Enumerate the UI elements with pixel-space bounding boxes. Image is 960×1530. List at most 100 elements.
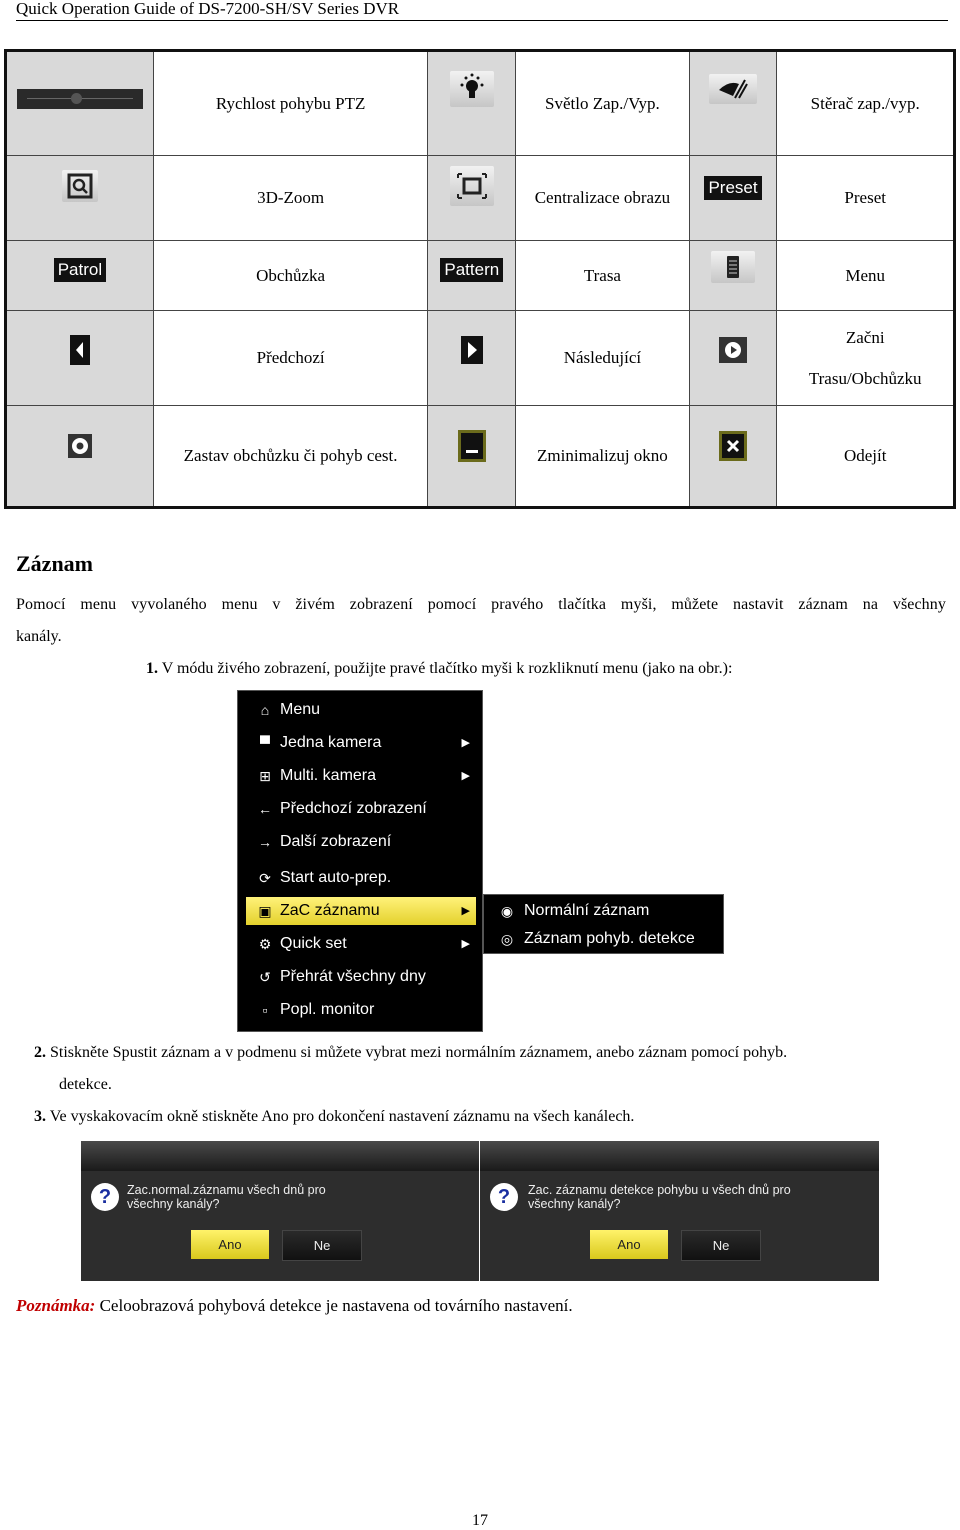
menu-item-label: Start auto-prep.: [280, 869, 392, 886]
menu-item-playback-all-day[interactable]: ↺ Přehrát všechny dny: [246, 963, 476, 991]
menu-item-menu[interactable]: ⌂ Menu: [246, 696, 476, 724]
dialog-title-bar: [81, 1141, 479, 1171]
minimize-icon: [457, 429, 486, 467]
record-icon: ▣: [258, 903, 272, 919]
menu-item-label: Multi. kamera: [280, 767, 377, 784]
patrol-button: Patrol: [53, 257, 107, 282]
submenu-item-label: Normální záznam: [524, 902, 650, 919]
icon-cell: Patrol: [5, 240, 154, 311]
arrow-right-icon: →: [258, 834, 272, 850]
dialog-title-bar: [480, 1141, 879, 1171]
close-icon: [719, 430, 748, 466]
submenu-item-motion-record[interactable]: ◎ Záznam pohyb. detekce: [488, 925, 717, 953]
light-bulb-icon: [449, 71, 494, 107]
step-text: Ve vyskakovacím okně stiskněte Ano pro d…: [49, 1108, 635, 1125]
ptz-label: Zastav obchůzku či pohyb cest.: [152, 405, 429, 508]
menu-item-label: Další zobrazení: [280, 833, 392, 850]
ptz-label: Menu: [776, 240, 955, 311]
stop-patrol-icon: [67, 433, 92, 463]
step-1: 1. V módu živého zobrazení, použijte pra…: [146, 653, 732, 685]
menu-item-label: Přehrát všechny dny: [280, 968, 426, 985]
menu-item-aux-monitor[interactable]: ▫ Popl. monitor: [246, 996, 476, 1024]
intro-paragraph-line2: kanály.: [16, 628, 62, 645]
question-icon: ?: [490, 1183, 518, 1211]
ptz-label: Stěrač zap./vyp.: [776, 50, 955, 156]
preset-button: Preset: [704, 176, 762, 200]
ptz-label: Obchůzka: [152, 240, 429, 311]
note: Poznámka: Celoobrazová pohybová detekce …: [16, 1296, 573, 1316]
menu-item-single-camera[interactable]: ▀ Jedna kamera ▶: [246, 729, 476, 757]
table-row: Zastav obchůzku či pohyb cest. Zminimali…: [5, 405, 955, 508]
icon-cell: [5, 310, 154, 406]
next-icon: [460, 335, 483, 369]
ptz-label: Trasa: [515, 240, 690, 311]
icon-cell: Preset: [688, 155, 778, 241]
submenu-arrow-icon: ▶: [461, 905, 470, 917]
3d-zoom-icon: [61, 169, 98, 202]
icon-cell: [427, 155, 517, 241]
icon-cell: [5, 50, 154, 156]
submenu-item-label: Záznam pohyb. detekce: [524, 930, 695, 947]
menu-item-previous-screen[interactable]: ← Předchozí zobrazení: [246, 795, 476, 823]
menu-item-label: ZaC záznamu: [280, 902, 380, 919]
icon-cell: [5, 405, 154, 508]
page-number: 17: [472, 1512, 488, 1529]
arrow-left-icon: ←: [258, 801, 272, 817]
camera-icon: ▀: [260, 735, 270, 751]
menu-item-label: Quick set: [280, 935, 347, 952]
note-text: Celoobrazová pohybová detekce je nastave…: [99, 1296, 573, 1315]
context-menu: ⌂ Menu ▀ Jedna kamera ▶ ⊞ Multi. kamera ▶ ← Př…: [237, 690, 483, 1032]
menu-item-label: Předchozí zobrazení: [280, 800, 427, 817]
menu-item-auto-switch[interactable]: ⟳ Start auto-prep.: [246, 864, 476, 892]
normal-record-icon: ◉: [500, 903, 514, 919]
ptz-label: Světlo Zap./Vyp.: [515, 50, 690, 156]
motion-record-icon: ◎: [500, 931, 514, 947]
icon-cell: [427, 405, 517, 508]
no-button[interactable]: Ne: [282, 1230, 362, 1261]
yes-button[interactable]: Ano: [191, 1230, 269, 1259]
dialog-normal-record: ? Zac.normal.záznamu všech dnů pro všech…: [81, 1141, 479, 1281]
menu-item-multi-camera[interactable]: ⊞ Multi. kamera ▶: [246, 762, 476, 790]
step-text-cont: detekce.: [59, 1076, 112, 1093]
step-3: 3. Ve vyskakovacím okně stiskněte Ano pr…: [34, 1101, 634, 1133]
document-header: Quick Operation Guide of DS-7200-SH/SV S…: [16, 0, 948, 21]
step-number: 3.: [34, 1108, 46, 1125]
menu-item-start-recording[interactable]: ▣ ZaC záznamu ▶: [246, 897, 476, 925]
ptz-label-line2: Trasu/Obchůzku: [808, 369, 922, 388]
ptz-label: Začni Trasu/Obchůzku: [776, 310, 955, 406]
step-text: V módu živého zobrazení, použijte pravé …: [161, 660, 733, 677]
menu-list-icon: [711, 251, 756, 283]
ptz-label: Centralizace obrazu: [515, 155, 690, 241]
center-image-icon: [449, 165, 494, 206]
submenu-arrow-icon: ▶: [461, 770, 470, 782]
icon-cell: [5, 155, 154, 241]
previous-icon: [69, 334, 90, 370]
ptz-label: Preset: [776, 155, 955, 241]
menu-item-quick-set[interactable]: ⚙ Quick set ▶: [246, 930, 476, 958]
record-submenu: ◉ Normální záznam ◎ Záznam pohyb. detekce: [483, 894, 724, 954]
yes-button[interactable]: Ano: [590, 1230, 668, 1259]
ptz-label: 3D-Zoom: [152, 155, 429, 241]
icon-cell: Pattern: [427, 240, 517, 311]
ptz-label: Rychlost pohybu PTZ: [152, 50, 429, 156]
menu-item-label: Popl. monitor: [280, 1001, 375, 1018]
table-row: Předchozí Následující Začni Trasu/Obchůz…: [5, 310, 955, 406]
menu-item-label: Menu: [280, 701, 321, 718]
refresh-icon: ⟳: [259, 870, 271, 886]
step-text: Stiskněte Spustit záznam a v podmenu si …: [50, 1044, 788, 1061]
menu-item-next-screen[interactable]: → Další zobrazení: [246, 828, 476, 856]
ptz-label-line1: Začni: [845, 328, 885, 347]
table-row: 3D-Zoom Centralizace obrazu Preset Prese…: [5, 155, 955, 241]
gear-icon: ⚙: [258, 936, 272, 952]
ptz-label: Následující: [515, 310, 690, 406]
icon-cell: [688, 405, 778, 508]
dialog-message: Zac.normal.záznamu všech dnů pro všechny…: [127, 1183, 427, 1211]
note-label: Poznámka:: [16, 1296, 96, 1315]
ptz-label: Odejít: [776, 405, 955, 508]
submenu-arrow-icon: ▶: [461, 938, 470, 950]
playback-icon: ↺: [259, 969, 271, 985]
intro-paragraph-line1: Pomocí menu vyvolaného menu v živém zobr…: [16, 596, 946, 613]
no-button[interactable]: Ne: [681, 1230, 761, 1261]
submenu-item-normal-record[interactable]: ◉ Normální záznam: [488, 897, 717, 925]
step-2: 2. Stiskněte Spustit záznam a v podmenu …: [34, 1037, 934, 1101]
